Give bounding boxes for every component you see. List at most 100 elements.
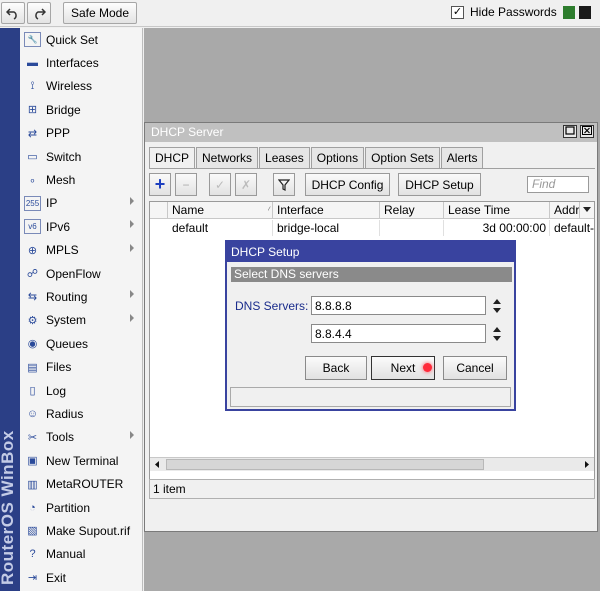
brand-text: RouterOS WinBox <box>0 430 17 585</box>
tab-leases[interactable]: Leases <box>259 147 310 168</box>
action-bar: + − ✓ ✗ DHCP Config DHCP Setup Find <box>149 173 595 197</box>
column-header-relay[interactable]: Relay <box>380 202 444 219</box>
find-input[interactable]: Find <box>527 176 589 193</box>
sidebar-item-label: Make Supout.rif <box>46 523 131 538</box>
sort-indicator-icon: ⁄ <box>268 205 270 215</box>
spinner-updown-icon[interactable] <box>492 326 502 342</box>
table-header-spacer <box>150 202 168 219</box>
sidebar-item-switch[interactable]: ▭ Switch <box>20 145 142 168</box>
cell-relay <box>380 220 444 236</box>
plus-icon: + <box>154 174 166 194</box>
sidebar-item-system[interactable]: ⚙ System <box>20 309 142 332</box>
files-icon: ▤ <box>27 361 38 374</box>
dhcp-config-button[interactable]: DHCP Config <box>305 173 390 196</box>
sidebar-item-log[interactable]: ▯ Log <box>20 379 142 402</box>
sidebar-item-label: Wireless <box>46 79 93 94</box>
sidebar-item-routing[interactable]: ⇆ Routing <box>20 285 142 308</box>
quickset-icon: 🔧 <box>24 32 41 48</box>
sidebar-item-make-supout-rif[interactable]: ▧ Make Supout.rif <box>20 519 142 542</box>
dhcp-setup-dialog: DHCP Setup Select DNS servers DNS Server… <box>225 240 516 411</box>
column-menu-button[interactable] <box>580 202 594 219</box>
column-header-name[interactable]: Name <box>168 202 273 219</box>
system-icon: ⚙ <box>27 314 38 327</box>
sidebar-item-mesh[interactable]: ∘ Mesh <box>20 168 142 191</box>
redo-button[interactable] <box>27 2 51 24</box>
horizontal-scrollbar[interactable] <box>150 457 594 471</box>
dhcp-window-title: DHCP Server <box>145 123 597 142</box>
metarouter-icon: ▥ <box>27 478 38 491</box>
supout-icon: ▧ <box>27 525 38 538</box>
item-count: 1 item <box>153 482 186 496</box>
sidebar-item-label: System <box>46 313 87 328</box>
sidebar-item-radius[interactable]: ☺ Radius <box>20 402 142 425</box>
column-header-addr[interactable]: Addr <box>550 202 580 219</box>
sidebar-item-queues[interactable]: ◉ Queues <box>20 332 142 355</box>
sidebar-item-label: Radius <box>46 406 84 421</box>
scroll-right-icon[interactable] <box>580 458 594 471</box>
tab-dhcp[interactable]: DHCP <box>149 147 196 169</box>
undo-button[interactable] <box>1 2 25 24</box>
sidebar-item-label: Exit <box>46 570 67 585</box>
sidebar-item-ip[interactable]: 255 IP <box>20 192 142 215</box>
spinner-updown-icon[interactable] <box>492 298 502 314</box>
close-icon <box>582 126 592 135</box>
close-button[interactable] <box>580 125 594 138</box>
dhcp-setup-button[interactable]: DHCP Setup <box>398 173 481 196</box>
sidebar-item-label: Switch <box>46 149 82 164</box>
sidebar-item-openflow[interactable]: ☍ OpenFlow <box>20 262 142 285</box>
sidebar-item-interfaces[interactable]: ▬ Interfaces <box>20 51 142 74</box>
sidebar-item-exit[interactable]: ⇥ Exit <box>20 566 142 589</box>
chevron-down-icon <box>583 207 591 212</box>
redo-icon <box>35 8 46 20</box>
sidebar-item-manual[interactable]: ? Manual <box>20 543 142 566</box>
sidebar-item-wireless[interactable]: ⟟ Wireless <box>20 75 142 98</box>
disable-button[interactable]: ✗ <box>235 173 257 196</box>
enable-button[interactable]: ✓ <box>209 173 231 196</box>
tab-option-sets[interactable]: Option Sets <box>365 147 440 168</box>
tab-options[interactable]: Options <box>310 147 365 168</box>
sidebar-item-metarouter[interactable]: ▥ MetaROUTER <box>20 472 142 495</box>
scroll-left-icon[interactable] <box>150 458 164 471</box>
sidebar-item-label: Log <box>46 383 67 398</box>
sidebar-item-label: PPP <box>46 126 71 141</box>
hide-passwords-checkbox[interactable]: ✓ <box>451 6 464 19</box>
sidebar-item-mpls[interactable]: ⊕ MPLS <box>20 239 142 262</box>
sidebar-item-tools[interactable]: ✂ Tools <box>20 426 142 449</box>
status-bar: 1 item <box>149 479 595 499</box>
tab-networks[interactable]: Networks <box>196 147 259 168</box>
dns-server-1-input[interactable] <box>311 296 486 315</box>
submenu-arrow-icon <box>130 313 134 322</box>
remove-button[interactable]: − <box>175 173 197 196</box>
safe-mode-button[interactable]: Safe Mode <box>63 2 137 24</box>
sidebar-item-bridge[interactable]: ⊞ Bridge <box>20 98 142 121</box>
sidebar-item-label: Files <box>46 360 72 375</box>
sidebar-item-quick-set[interactable]: 🔧 Quick Set <box>20 28 142 51</box>
sidebar-item-label: New Terminal <box>46 453 119 468</box>
sidebar-item-label: Tools <box>46 430 75 445</box>
filter-button[interactable] <box>273 173 295 196</box>
hide-passwords-label: Hide Passwords <box>470 5 557 19</box>
maximize-button[interactable] <box>563 125 577 138</box>
column-header-interface[interactable]: Interface <box>273 202 380 219</box>
column-header-lease-time[interactable]: Lease Time <box>444 202 550 219</box>
exit-icon: ⇥ <box>27 572 38 585</box>
sidebar-item-ppp[interactable]: ⇄ PPP <box>20 122 142 145</box>
submenu-arrow-icon <box>130 290 134 299</box>
sidebar-item-files[interactable]: ▤ Files <box>20 355 142 378</box>
setup-step-title: Select DNS servers <box>231 267 512 282</box>
sidebar-item-new-terminal[interactable]: ▣ New Terminal <box>20 449 142 472</box>
add-button[interactable]: + <box>149 173 171 196</box>
log-icon: ▯ <box>29 385 36 398</box>
sidebar-item-label: Mesh <box>46 173 76 188</box>
back-button[interactable]: Back <box>305 356 367 380</box>
cancel-button[interactable]: Cancel <box>443 356 507 380</box>
tab-alerts[interactable]: Alerts <box>440 147 484 168</box>
scroll-thumb[interactable] <box>166 459 484 470</box>
dns-server-2-input[interactable] <box>311 324 486 343</box>
sidebar-item-ipv6[interactable]: v6 IPv6 <box>20 215 142 238</box>
sidebar-item-label: Queues <box>46 336 89 351</box>
sidebar-menu: 🔧 Quick Set ▬ Interfaces ⟟ Wireless ⊞ Bridge ⇄ PP… <box>20 28 143 591</box>
sidebar-item-label: Routing <box>46 289 88 304</box>
ipv6-icon: v6 <box>24 219 41 235</box>
sidebar-item-partition[interactable]: ◔ Partition <box>20 496 142 519</box>
